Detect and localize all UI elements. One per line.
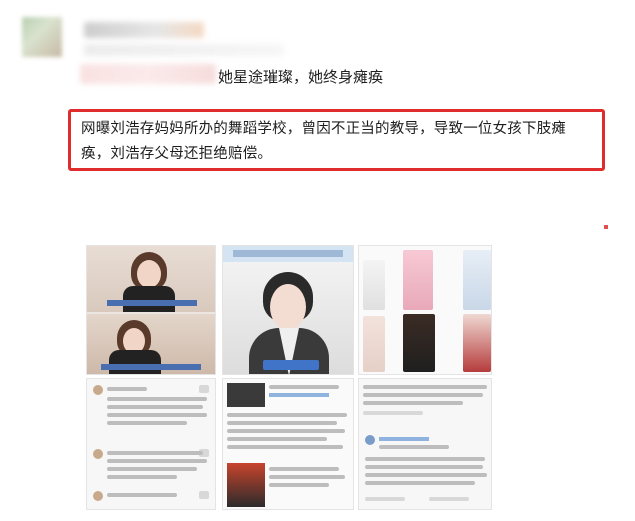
thumb-interview-1[interactable] (86, 245, 216, 375)
portrait-caption (263, 360, 319, 370)
interview-scene-top (87, 246, 215, 312)
thumb-photo-grid[interactable] (358, 245, 492, 375)
interview-scene-bottom (87, 314, 215, 374)
post-headline: 她星途璀璨，她终身瘫痪 (218, 68, 384, 86)
user-avatar[interactable] (22, 17, 62, 57)
decorative-mark (604, 225, 608, 229)
thumb-comments-3[interactable] (358, 378, 492, 510)
user-name-blurred[interactable] (84, 22, 204, 38)
headline-blurred-prefix (80, 64, 216, 84)
portrait-banner (223, 246, 353, 262)
quote-text: 网曝刘浩存妈妈所办的舞蹈学校，曾因不正当的教导，导致一位女孩下肢瘫痪，刘浩存父母… (81, 121, 567, 162)
thumb-comments-1[interactable] (86, 378, 216, 510)
highlighted-quote-box: 网曝刘浩存妈妈所办的舞蹈学校，曾因不正当的教导，导致一位女孩下肢瘫痪，刘浩存父母… (68, 109, 605, 171)
thumb-portrait[interactable] (222, 245, 354, 375)
thumb-comments-2[interactable] (222, 378, 354, 510)
post-meta-blurred (84, 44, 284, 56)
